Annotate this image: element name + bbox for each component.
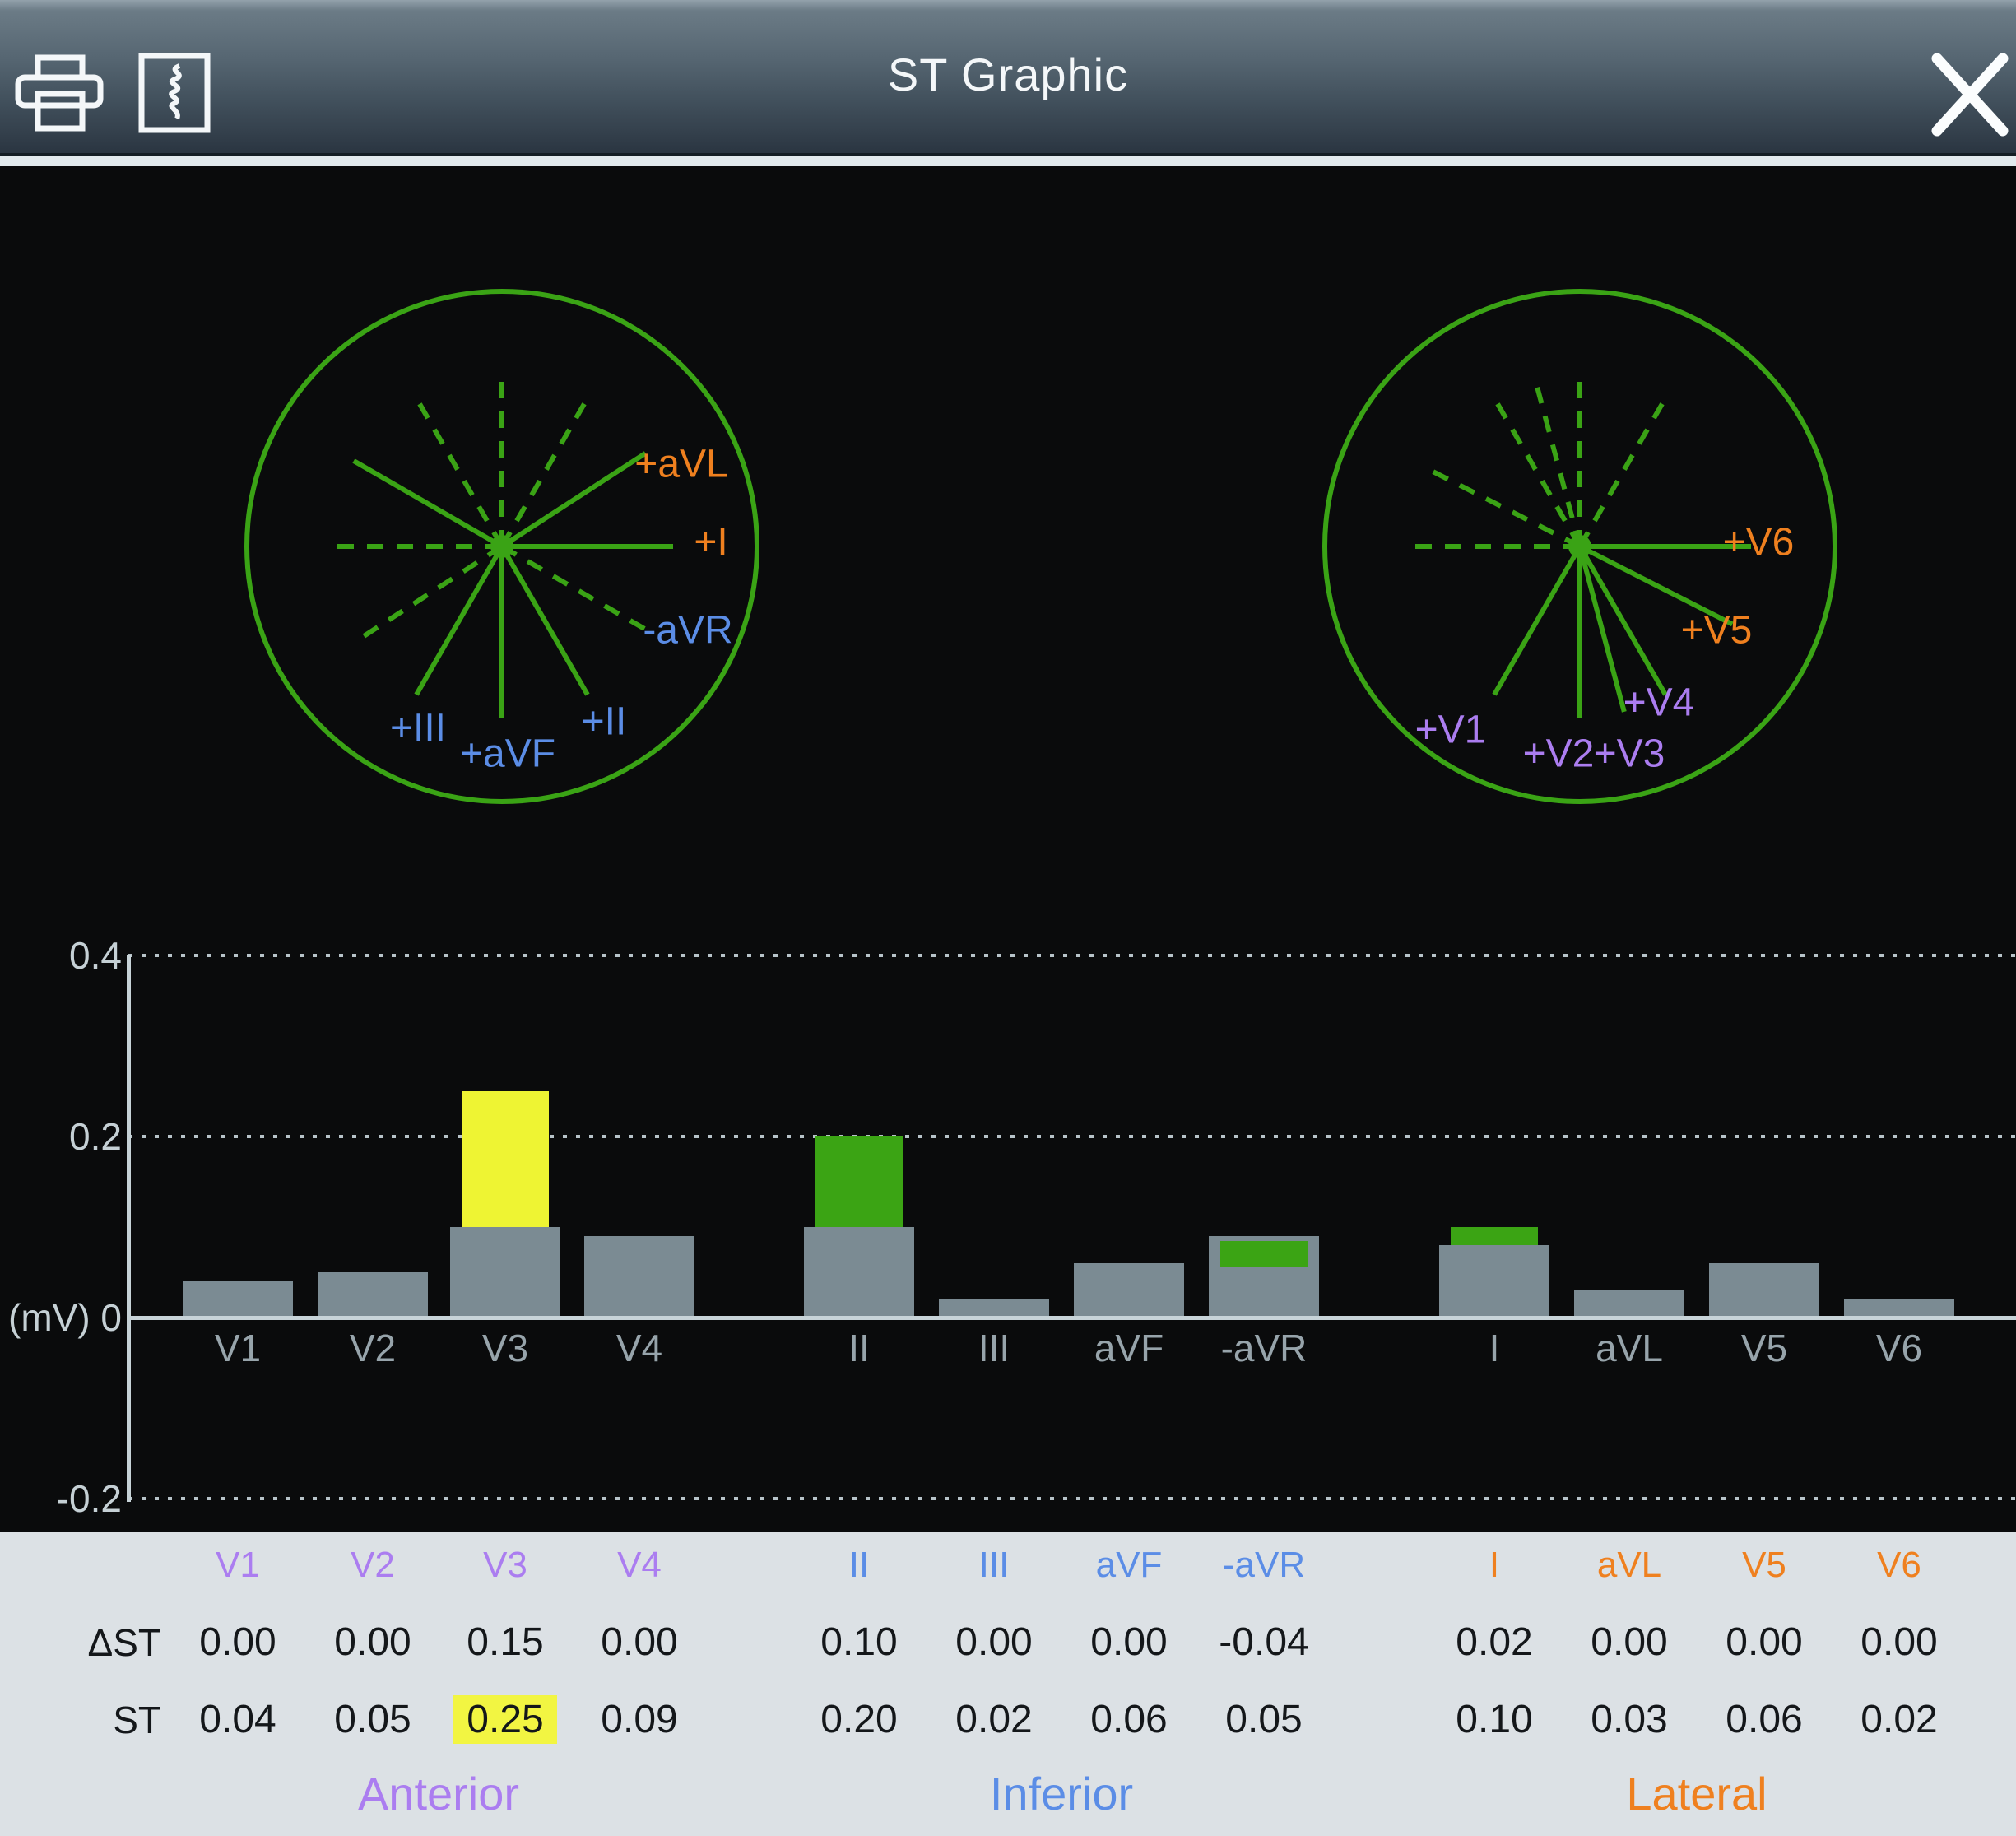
bar-III: [939, 1299, 1049, 1318]
title-separator: [0, 156, 2016, 166]
axes-center-hub: [1568, 535, 1591, 558]
lead-axis-ray-dashed-255: [1535, 381, 1580, 546]
column-header--aVR: -aVR: [1182, 1547, 1346, 1583]
bar-II: [804, 1227, 914, 1318]
st-graphic-window: ST Graphic +aVL+I-aVR+II+aVF+III +V6+V5+…: [0, 0, 2016, 1836]
cell-delta-st--aVR: -0.04: [1182, 1623, 1346, 1662]
axis-label-+V6: +V6: [1723, 521, 1795, 565]
axis-label-+III: +III: [390, 707, 446, 751]
cell-st-V6: 0.02: [1817, 1700, 1981, 1740]
bar-V1: [183, 1281, 293, 1318]
lead-axis-ray-dashed-300: [1580, 398, 1665, 546]
bar-I-delta: [1451, 1227, 1538, 1245]
gridline-0.4: [128, 954, 2016, 957]
bar-aVL: [1574, 1290, 1684, 1318]
bar-V6: [1844, 1299, 1954, 1318]
y-tick-label-0.2: 0.2: [0, 1118, 122, 1155]
lead-axis-ray-solid-120: [416, 546, 502, 695]
y-tick-label-0.4: 0.4: [0, 937, 122, 974]
x-axis-label--aVR: -aVR: [1182, 1329, 1346, 1367]
y-axis-line: [127, 955, 131, 1502]
lead-axis-ray-dashed-147: [359, 546, 502, 639]
axis-label--aVR: -aVR: [643, 609, 732, 653]
cell-st--aVR: 0.05: [1182, 1700, 1346, 1740]
bar-II-delta: [815, 1136, 903, 1227]
row-label-delta-st: ΔST: [0, 1623, 161, 1662]
bar--aVR-delta: [1220, 1241, 1308, 1267]
window-title: ST Graphic: [0, 48, 2016, 101]
close-button[interactable]: [1917, 0, 2009, 153]
lead-axis-ray-solid--33: [502, 453, 645, 546]
axis-label-+I: +I: [694, 521, 727, 565]
lead-axis-ray-solid-75: [1580, 546, 1624, 712]
axis-label-+V1: +V1: [1415, 709, 1487, 752]
axis-label-+V3: +V3: [1594, 732, 1665, 776]
horizontal-lead-axes-diagram: +V6 +V5 +V4 +V3+V2 +V1: [1317, 283, 1843, 810]
axes-center-hub: [490, 535, 513, 558]
axis-label-+V2: +V2: [1523, 732, 1595, 776]
frontal-lead-axes-diagram: +aVL +I -aVR +II +aVF +III: [239, 283, 765, 810]
bar-V2: [318, 1272, 428, 1318]
cell-delta-st-V6: 0.00: [1817, 1623, 1981, 1662]
axis-label-+aVF: +aVF: [460, 732, 555, 776]
column-header-V4: V4: [557, 1547, 722, 1583]
axis-label-+V4: +V4: [1623, 681, 1695, 725]
lead-axis-ray-solid-60: [502, 546, 588, 695]
row-label-st: ST: [0, 1700, 161, 1740]
axis-label-+V5: +V5: [1681, 609, 1753, 653]
bar-aVF: [1074, 1263, 1184, 1318]
bar-I: [1439, 1245, 1549, 1318]
title-bar: ST Graphic: [0, 0, 2016, 156]
zero-baseline: [127, 1316, 2016, 1320]
bar-V4: [584, 1236, 694, 1318]
cell-st-V4: 0.09: [557, 1700, 722, 1740]
y-tick-label-0: (mV) 0: [0, 1299, 122, 1336]
x-axis-label-V4: V4: [557, 1329, 722, 1367]
cell-delta-st-V4: 0.00: [557, 1623, 722, 1662]
alarm-highlighted-value: 0.25: [453, 1695, 556, 1744]
group-label-Lateral: Lateral: [1532, 1771, 1861, 1817]
lead-axis-ray-solid-120: [1494, 546, 1580, 695]
close-icon: [1930, 52, 2009, 137]
bar-V3-delta: [462, 1091, 549, 1227]
axis-label-+II: +II: [582, 700, 627, 744]
lead-axis-ray-solid--150: [354, 461, 502, 546]
lead-axis-ray-dashed--60: [502, 398, 588, 546]
bar-V5: [1709, 1263, 1819, 1318]
gridline-0.2: [128, 1135, 2016, 1138]
x-axis-label-V6: V6: [1817, 1329, 1981, 1367]
group-label-Inferior: Inferior: [897, 1771, 1226, 1817]
bar-V3: [450, 1227, 560, 1318]
group-label-Anterior: Anterior: [274, 1771, 603, 1817]
gridline--0.2: [128, 1497, 2016, 1500]
column-header-V6: V6: [1817, 1547, 1981, 1583]
lead-axis-ray-dashed-240: [1494, 398, 1580, 546]
y-tick-label--0.2: -0.2: [0, 1480, 122, 1518]
axis-label-+aVL: +aVL: [634, 443, 727, 486]
